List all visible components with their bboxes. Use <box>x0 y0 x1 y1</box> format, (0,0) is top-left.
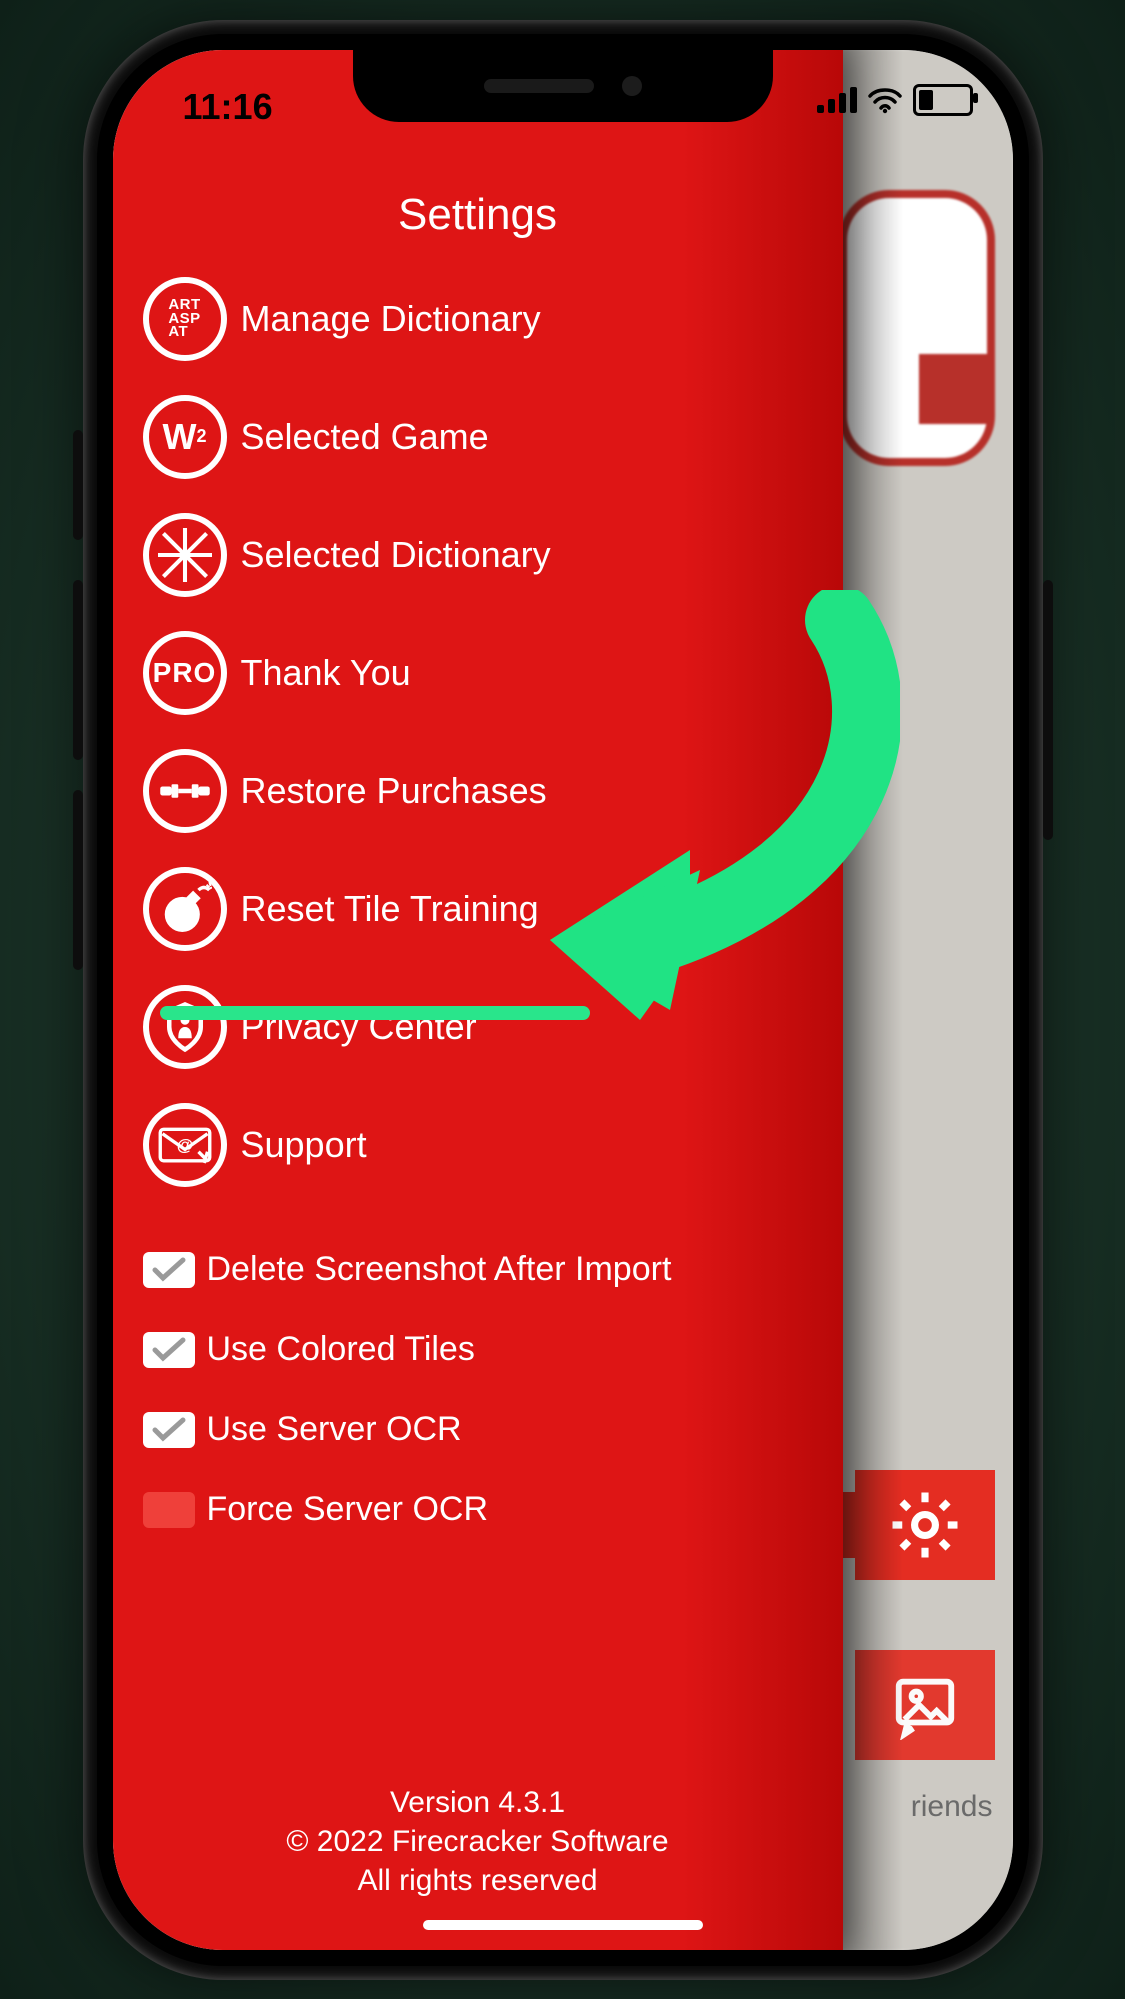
battery-icon <box>913 84 973 116</box>
svg-text:@: @ <box>176 1135 192 1154</box>
speaker-grille <box>484 79 594 93</box>
flags-icon <box>143 513 227 597</box>
friends-label-partial: riends <box>911 1790 993 1824</box>
toggle-label: Force Server OCR <box>207 1490 489 1529</box>
home-indicator[interactable] <box>423 1920 703 1930</box>
menu-label: Manage Dictionary <box>241 298 541 340</box>
menu-label: Restore Purchases <box>241 770 547 812</box>
footer: Version 4.3.1 © 2022 Firecracker Softwar… <box>113 1783 843 1900</box>
rights-text: All rights reserved <box>113 1861 843 1900</box>
dictionary-icon: ARTASPAT <box>143 277 227 361</box>
notch <box>353 50 773 122</box>
menu-label: Thank You <box>241 652 411 694</box>
toggle-delete-screenshot[interactable]: Delete Screenshot After Import <box>143 1230 823 1310</box>
menu-label: Reset Tile Training <box>241 888 539 930</box>
menu-item-manage-dictionary[interactable]: ARTASPAT Manage Dictionary <box>143 260 823 378</box>
bomb-icon <box>143 867 227 951</box>
wifi-icon <box>867 86 903 114</box>
menu-item-selected-game[interactable]: W2 Selected Game <box>143 378 823 496</box>
checkbox-on-icon <box>143 1412 195 1448</box>
toggle-label: Delete Screenshot After Import <box>207 1250 672 1289</box>
status-time: 11:16 <box>183 86 273 128</box>
menu-label: Support <box>241 1124 367 1166</box>
pro-icon: PRO <box>143 631 227 715</box>
cell-signal-icon <box>817 87 857 113</box>
game-icon: W2 <box>143 395 227 479</box>
panel-title: Settings <box>113 190 843 240</box>
toggle-label: Use Server OCR <box>207 1410 462 1449</box>
toggle-colored-tiles[interactable]: Use Colored Tiles <box>143 1310 823 1390</box>
side-button <box>73 430 83 540</box>
volume-down-button <box>73 790 83 970</box>
settings-toggles: Delete Screenshot After Import Use Color… <box>143 1230 823 1550</box>
version-text: Version 4.3.1 <box>113 1783 843 1822</box>
checkbox-on-icon <box>143 1252 195 1288</box>
toggle-force-server-ocr[interactable]: Force Server OCR <box>143 1470 823 1550</box>
menu-label: Selected Dictionary <box>241 534 551 576</box>
plug-icon <box>143 749 227 833</box>
shield-icon <box>143 985 227 1069</box>
menu-item-support[interactable]: @ Support <box>143 1086 823 1204</box>
front-camera <box>622 76 642 96</box>
toggle-server-ocr[interactable]: Use Server OCR <box>143 1390 823 1470</box>
copyright-text: © 2022 Firecracker Software <box>113 1822 843 1861</box>
mail-icon: @ <box>143 1103 227 1187</box>
annotation-arrow-icon <box>520 590 900 1020</box>
checkbox-off-icon <box>143 1492 195 1528</box>
menu-label: Selected Game <box>241 416 489 458</box>
volume-up-button <box>73 580 83 760</box>
checkbox-on-icon <box>143 1332 195 1368</box>
power-button <box>1043 580 1053 840</box>
toggle-label: Use Colored Tiles <box>207 1330 475 1369</box>
